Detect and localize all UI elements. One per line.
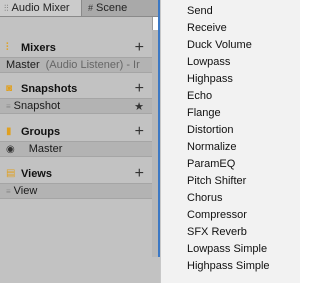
drag-handle-icon[interactable]: ≡ [6,187,11,196]
groups-icon: ▮ [6,126,12,137]
mixer-detail: (Audio Listener) - Ir [45,59,140,71]
add-snapshot-button[interactable]: + [135,80,144,98]
menu-item-pitch-shifter[interactable]: Pitch Shifter [161,172,301,189]
snapshot-row[interactable]: ≡ Snapshot ★ [0,98,152,114]
tab-bar: ⫶⫶ Audio Mixer # Scene [0,0,160,17]
menu-item-lowpass[interactable]: Lowpass [161,53,301,70]
add-effect-menu: Send Receive Duck Volume Lowpass Highpas… [160,0,300,283]
menu-item-distortion[interactable]: Distortion [161,121,301,138]
add-mixer-button[interactable]: + [135,39,144,57]
mixer-sliders-icon: ⫶ [6,42,9,53]
snapshots-title: Snapshots [21,83,78,95]
mixer-sliders-icon: ⫶⫶ [4,2,9,13]
camera-icon: ◙ [6,83,13,94]
menu-item-flange[interactable]: Flange [161,104,301,121]
star-icon[interactable]: ★ [134,100,144,113]
snapshots-header: ◙ Snapshots + [0,80,152,98]
menu-item-duck-volume[interactable]: Duck Volume [161,36,301,53]
view-row[interactable]: ≡ View [0,183,152,199]
views-header: ▤ Views + [0,165,152,183]
drag-handle-icon[interactable]: ≡ [6,102,11,111]
view-name: View [13,185,38,197]
mixers-title: Mixers [21,42,56,54]
views-title: Views [21,168,52,180]
groups-header: ▮ Groups + [0,123,152,141]
add-view-button[interactable]: + [135,165,144,183]
menu-item-highpass-simple[interactable]: Highpass Simple [161,257,301,274]
menu-item-parameq[interactable]: ParamEQ [161,155,301,172]
tab-audio-mixer-label: Audio Mixer [11,2,70,14]
snapshot-name: Snapshot [13,100,61,112]
panel-footer [0,257,160,283]
mixers-header: ⫶ Mixers + [0,39,152,57]
tab-audio-mixer[interactable]: ⫶⫶ Audio Mixer [0,0,82,16]
menu-item-send[interactable]: Send [161,2,301,19]
menu-item-chorus[interactable]: Chorus [161,189,301,206]
tab-scene[interactable]: # Scene [84,0,144,16]
tab-scene-label: Scene [96,2,128,14]
add-group-button[interactable]: + [135,123,144,141]
group-name: Master [28,143,63,155]
views-icon: ▤ [6,168,16,179]
menu-item-echo[interactable]: Echo [161,87,301,104]
audio-mixer-panel: ⫶ Mixers + Master (Audio Listener) - Ir … [0,17,153,257]
mixer-name: Master [6,59,40,71]
grid-icon: # [88,3,94,13]
menu-item-sfx-reverb[interactable]: SFX Reverb [161,223,301,240]
groups-title: Groups [21,126,61,138]
mixer-row-master[interactable]: Master (Audio Listener) - Ir [0,57,152,73]
menu-item-receive[interactable]: Receive [161,19,301,36]
menu-item-highpass[interactable]: Highpass [161,70,301,87]
menu-item-normalize[interactable]: Normalize [161,138,301,155]
menu-item-compressor[interactable]: Compressor [161,206,301,223]
menu-item-lowpass-simple[interactable]: Lowpass Simple [161,240,301,257]
group-row-master[interactable]: ◉ Master [0,141,152,157]
eye-icon[interactable]: ◉ [6,144,15,155]
